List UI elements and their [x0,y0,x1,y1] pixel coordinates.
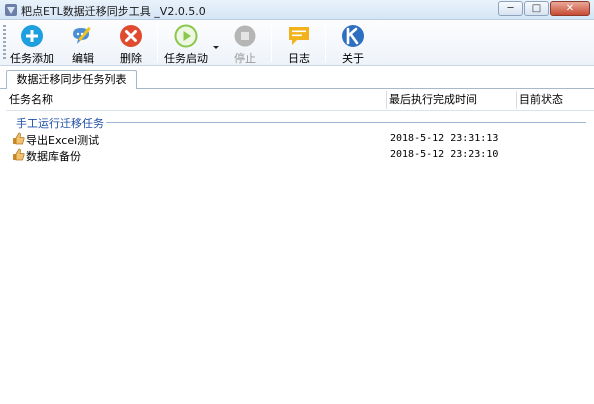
chat-bubble-icon [289,27,309,45]
group-header[interactable]: 手工运行迁移任务 [10,114,586,130]
pencil-chat-icon [73,26,91,44]
toolbar-grip[interactable] [3,25,6,61]
about-button[interactable]: 关于 [332,22,374,65]
task-name: 导出Excel测试 [26,134,100,147]
edit-label: 编辑 [72,52,94,65]
minimize-icon: ─ [507,3,514,14]
minimize-button[interactable]: ─ [498,1,523,16]
start-task-button[interactable]: 任务启动 [162,22,210,65]
delete-button[interactable]: 删除 [110,22,152,65]
plus-circle-icon [21,25,43,47]
maximize-icon: □ [531,3,542,14]
stop-button[interactable]: 停止 [224,22,266,65]
group-divider [106,122,586,123]
toolbar: 任务添加 编辑 删除 任务启动 停止 日志 关于 [0,20,594,66]
title-bar: 粑点ETL数据迁移同步工具 _V2.0.5.0 ─ □ ✕ [0,0,594,20]
column-header-status[interactable]: 目前状态 [516,89,586,111]
about-label: 关于 [342,52,364,65]
add-task-label: 任务添加 [10,52,54,65]
start-dropdown-arrow-icon[interactable] [213,46,219,49]
task-list[interactable]: 任务名称 最后执行完成时间 目前状态 手工运行迁移任务 导出Excel测试 20… [6,89,594,404]
thumbs-up-icon [13,132,25,145]
toolbar-separator [271,24,272,62]
toolbar-separator [325,24,326,62]
x-circle-icon [120,25,142,47]
table-row[interactable]: 数据库备份 2018-5-12 23:23:10 [6,147,594,163]
log-label: 日志 [288,52,310,65]
table-row[interactable]: 导出Excel测试 2018-5-12 23:31:13 [6,131,594,147]
column-header-last-run[interactable]: 最后执行完成时间 [386,89,516,111]
edit-button[interactable]: 编辑 [62,22,104,65]
task-last-run: 2018-5-12 23:31:13 [390,133,499,144]
thumbs-up-icon [13,148,25,161]
column-header-task-name[interactable]: 任务名称 [6,89,386,111]
task-last-run: 2018-5-12 23:23:10 [390,149,499,160]
window-title: 粑点ETL数据迁移同步工具 _V2.0.5.0 [21,5,206,18]
maximize-button[interactable]: □ [524,1,549,16]
toolbar-separator [157,24,158,62]
delete-label: 删除 [120,52,142,65]
stop-circle-icon [234,25,256,47]
tab-task-list[interactable]: 数据迁移同步任务列表 [6,70,137,90]
stop-label: 停止 [234,52,256,65]
start-task-label: 任务启动 [164,52,208,65]
close-button[interactable]: ✕ [550,1,590,16]
task-name: 数据库备份 [26,150,81,163]
group-label: 手工运行迁移任务 [16,117,104,130]
logo-k-icon [342,25,364,47]
window-controls: ─ □ ✕ [498,1,590,17]
play-circle-icon [174,24,198,48]
close-icon: ✕ [565,3,575,14]
app-icon [5,4,17,16]
list-header: 任务名称 最后执行完成时间 目前状态 [6,89,594,111]
add-task-button[interactable]: 任务添加 [9,22,55,65]
log-button[interactable]: 日志 [278,22,320,65]
tab-strip: 数据迁移同步任务列表 [0,67,594,90]
